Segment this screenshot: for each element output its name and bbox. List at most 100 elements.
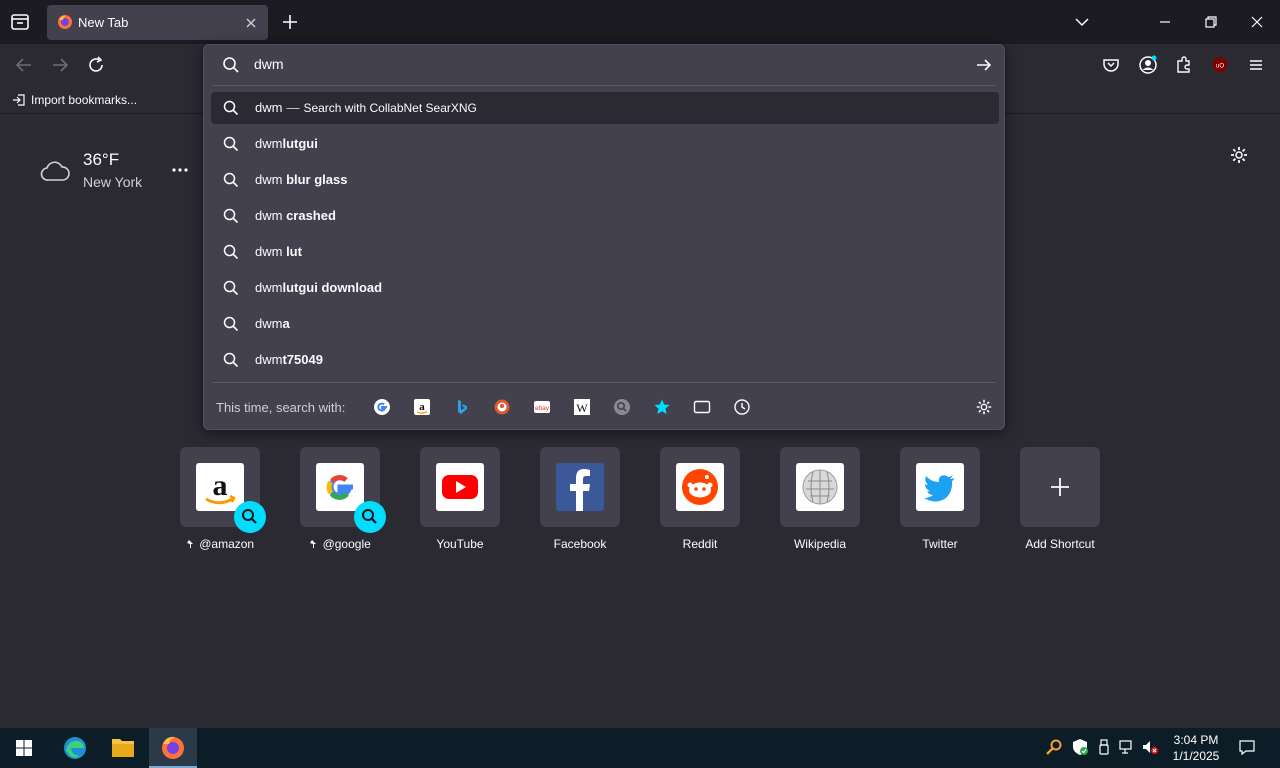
plus-icon xyxy=(1051,478,1069,496)
result-text: dwmlutgui xyxy=(255,136,318,151)
amazon-engine-button[interactable]: a xyxy=(413,398,431,416)
shortcut-youtube[interactable]: YouTube xyxy=(420,447,500,557)
go-arrow-icon[interactable] xyxy=(975,56,993,74)
app-menu-button[interactable] xyxy=(1246,55,1266,75)
history-engine-button[interactable] xyxy=(733,398,751,416)
shortcut-label: Reddit xyxy=(682,537,718,551)
tab-new-tab[interactable]: New Tab xyxy=(47,5,268,40)
urlbar-popup: dwm—Search with CollabNet SearXNG dwmlut… xyxy=(203,44,1005,430)
add-shortcut-button[interactable]: Add Shortcut xyxy=(1020,447,1100,557)
twitter-icon xyxy=(916,463,964,511)
search-icon xyxy=(242,509,257,524)
urlbar-result-suggestion[interactable]: dwmlutgui xyxy=(211,128,999,160)
urlbar-result-suggestion[interactable]: dwm lut xyxy=(211,236,999,268)
cloud-icon xyxy=(40,161,70,181)
searxng-engine-button[interactable] xyxy=(613,398,631,416)
urlbar-input[interactable] xyxy=(254,56,954,72)
security-tray-icon[interactable] xyxy=(1071,738,1089,756)
ublock-button[interactable]: uO xyxy=(1210,55,1230,75)
shortcut-google[interactable]: @google xyxy=(300,447,386,557)
svg-text:a: a xyxy=(419,401,425,413)
tab-icon xyxy=(693,400,711,414)
weather-menu-button[interactable] xyxy=(170,163,190,177)
firefox-view-button[interactable] xyxy=(8,10,32,34)
taskbar-file-explorer[interactable] xyxy=(99,728,147,768)
pin-icon xyxy=(310,540,317,548)
urlbar-result-suggestion[interactable]: dwmt75049 xyxy=(211,344,999,376)
pocket-button[interactable] xyxy=(1101,55,1121,75)
shortcut-label: Wikipedia xyxy=(793,537,847,551)
search-icon xyxy=(223,100,239,116)
new-tab-button[interactable] xyxy=(280,12,300,32)
shortcut-facebook[interactable]: Facebook xyxy=(540,447,620,557)
clock-time: 3:04 PM xyxy=(1173,733,1219,747)
shortcut-wikipedia[interactable]: Wikipedia xyxy=(780,447,860,557)
firefox-icon xyxy=(162,736,184,759)
ebay-engine-button[interactable]: ebay xyxy=(533,398,551,416)
tabs-engine-button[interactable] xyxy=(693,398,711,416)
tab-strip: New Tab xyxy=(0,0,1280,44)
minimize-icon xyxy=(1160,21,1170,23)
extensions-button[interactable] xyxy=(1174,55,1194,75)
puzzle-icon xyxy=(1177,56,1190,73)
account-button[interactable] xyxy=(1138,55,1158,75)
notifications-button[interactable] xyxy=(1238,738,1256,756)
wikipedia-icon: W xyxy=(574,399,590,415)
search-tray-icon[interactable] xyxy=(1045,738,1063,756)
search-settings-button[interactable] xyxy=(975,398,993,416)
wikipedia-engine-button[interactable]: W xyxy=(573,398,591,416)
import-bookmarks-button[interactable]: Import bookmarks... xyxy=(12,91,137,109)
start-button[interactable] xyxy=(0,728,48,768)
bing-icon xyxy=(458,400,467,414)
search-shortcut-badge xyxy=(354,501,386,533)
bing-engine-button[interactable] xyxy=(453,398,471,416)
youtube-icon xyxy=(436,463,484,511)
gear-icon xyxy=(976,399,992,415)
firefox-view-icon xyxy=(11,14,29,30)
urlbar-input-row xyxy=(204,45,1004,85)
volume-tray-icon[interactable] xyxy=(1141,738,1159,756)
shortcut-amazon[interactable]: a @amazon xyxy=(180,447,266,557)
google-icon xyxy=(374,399,390,415)
urlbar-result-suggestion[interactable]: dwma xyxy=(211,308,999,340)
reload-button[interactable] xyxy=(86,55,106,75)
shortcut-reddit[interactable]: Reddit xyxy=(660,447,740,557)
taskbar-firefox[interactable] xyxy=(149,728,197,768)
result-text: dwmlutgui download xyxy=(255,280,383,295)
google-engine-button[interactable] xyxy=(373,398,391,416)
plus-icon xyxy=(283,15,297,29)
svg-text:a: a xyxy=(213,469,228,502)
window-close-button[interactable] xyxy=(1249,14,1265,30)
usb-tray-icon[interactable] xyxy=(1095,738,1113,756)
ublock-icon: uO xyxy=(1213,57,1227,73)
tab-close-button[interactable] xyxy=(243,15,259,31)
duckduckgo-engine-button[interactable] xyxy=(493,398,511,416)
shortcut-twitter[interactable]: Twitter xyxy=(900,447,980,557)
facebook-icon xyxy=(556,463,604,511)
urlbar-result-suggestion[interactable]: dwm blur glass xyxy=(211,164,999,196)
customize-button[interactable] xyxy=(1229,145,1249,165)
urlbar-result-suggestion[interactable]: dwm crashed xyxy=(211,200,999,232)
back-button[interactable] xyxy=(14,55,34,75)
taskbar: 3:04 PM 1/1/2025 xyxy=(0,728,1280,768)
urlbar-result-suggestion[interactable]: dwmlutgui download xyxy=(211,272,999,304)
list-all-tabs-button[interactable] xyxy=(1074,14,1090,30)
network-tray-icon[interactable] xyxy=(1118,738,1136,756)
searxng-icon xyxy=(614,399,630,415)
weather-location: New York xyxy=(83,174,143,190)
forward-button[interactable] xyxy=(50,55,70,75)
search-icon xyxy=(223,352,239,368)
windows-icon xyxy=(16,740,32,756)
urlbar-result-search[interactable]: dwm — Search with CollabNet SearXNG xyxy=(211,92,999,124)
search-icon xyxy=(362,509,377,524)
taskbar-edge[interactable] xyxy=(51,728,99,768)
gear-icon xyxy=(1231,147,1247,163)
bookmarks-engine-button[interactable] xyxy=(653,398,671,416)
svg-text:W: W xyxy=(576,401,588,415)
minimize-button[interactable] xyxy=(1157,14,1173,30)
chevron-down-icon xyxy=(1075,18,1089,27)
close-icon xyxy=(1251,16,1263,28)
search-icon xyxy=(223,172,239,188)
restore-button[interactable] xyxy=(1203,14,1219,30)
taskbar-clock[interactable]: 3:04 PM 1/1/2025 xyxy=(1166,732,1226,764)
